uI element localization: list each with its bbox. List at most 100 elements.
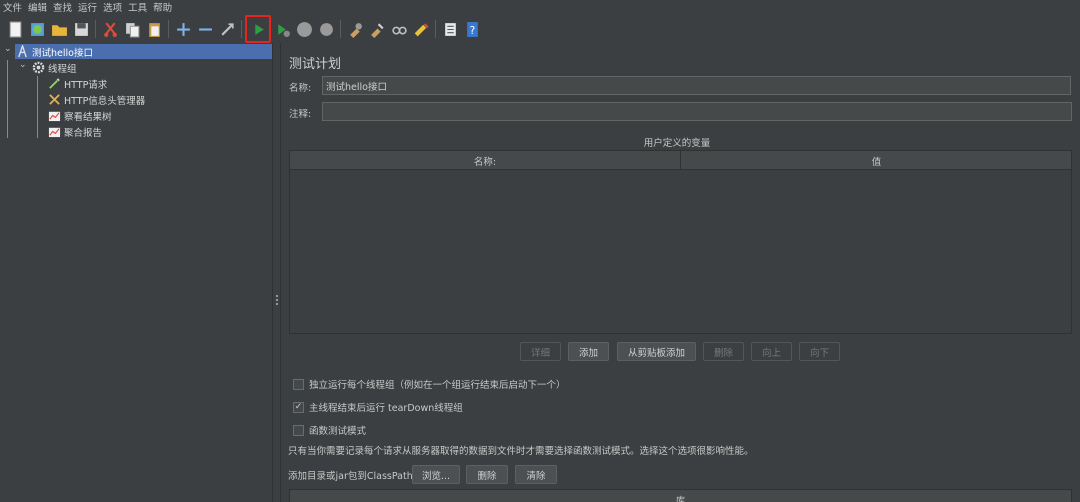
menu-run[interactable]: 运行	[78, 0, 97, 14]
new-button[interactable]	[4, 18, 26, 40]
function-helper-icon	[444, 22, 456, 36]
pipette-icon	[47, 77, 61, 91]
templates-button[interactable]	[26, 18, 48, 40]
toggle-button[interactable]	[216, 18, 238, 40]
move-up-button[interactable]: 向上	[751, 342, 792, 361]
tree-item-http-request[interactable]: HTTP请求	[47, 76, 107, 91]
detail-button[interactable]: 详细	[520, 342, 561, 361]
svg-text:?: ?	[469, 23, 475, 36]
paste-icon	[148, 22, 160, 37]
toolbar-separator	[95, 20, 96, 38]
help-button[interactable]: ?	[461, 18, 483, 40]
split-pane-divider[interactable]	[272, 43, 281, 502]
page-title: 测试计划	[289, 57, 342, 72]
toolbar: ?	[0, 15, 1080, 43]
save-button[interactable]	[70, 18, 92, 40]
chart-icon	[47, 109, 61, 123]
chevron-down-icon[interactable]: ⌄	[19, 60, 27, 70]
table-header: 名称: 值	[290, 151, 1071, 170]
add-button[interactable]: 添加	[568, 342, 609, 361]
stop-icon	[296, 21, 312, 37]
tree-item-thread-group[interactable]: 线程组	[31, 60, 77, 75]
user-variables-table[interactable]: 名称: 值	[289, 150, 1072, 334]
tree-item-test-plan[interactable]: 测试hello接口	[15, 44, 272, 59]
comment-field[interactable]	[322, 102, 1072, 121]
test-plan-icon	[15, 45, 29, 59]
menu-bar: 文件 编辑 查找 运行 选项 工具 帮助	[0, 0, 1080, 14]
clear-all-icon	[370, 22, 384, 38]
expand-icon	[176, 22, 190, 36]
function-helper-button[interactable]	[439, 18, 461, 40]
tree-item-label: HTTP信息头管理器	[64, 95, 146, 107]
start-no-pause-button[interactable]	[271, 18, 293, 40]
start-icon	[254, 23, 264, 35]
classpath-library-table[interactable]: 库	[289, 489, 1072, 502]
collapse-button[interactable]	[194, 18, 216, 40]
menu-help[interactable]: 帮助	[153, 0, 172, 14]
tree-item-label: 聚合报告	[64, 127, 103, 139]
tree-item-header-manager[interactable]: HTTP信息头管理器	[47, 92, 145, 107]
start-button[interactable]	[245, 15, 271, 43]
expand-button[interactable]	[172, 18, 194, 40]
help-icon: ?	[466, 21, 478, 37]
column-header-value[interactable]: 值	[682, 151, 1071, 170]
toolbar-separator	[435, 20, 436, 38]
delete-button[interactable]: 删除	[703, 342, 744, 361]
checkbox[interactable]	[293, 424, 304, 436]
checkbox-checked[interactable]: ✓	[293, 401, 304, 413]
column-header-name[interactable]: 名称:	[290, 151, 681, 170]
functional-mode-hint: 只有当你需要记录每个请求从服务器取得的数据到文件时才需要选择函数测试模式。选择这…	[288, 446, 754, 457]
clear-all-button[interactable]	[366, 18, 388, 40]
tree-guide-line	[7, 60, 8, 138]
classpath-clear-button[interactable]: 清除	[515, 465, 557, 484]
shutdown-icon	[319, 22, 333, 36]
option-label: 独立运行每个线程组（例如在一个组运行结束后启动下一个）	[309, 380, 566, 391]
open-icon	[51, 24, 67, 36]
menu-options[interactable]: 选项	[103, 0, 122, 14]
tree-item-label: 线程组	[48, 63, 77, 75]
tree-guide-line	[37, 76, 38, 138]
tree-item-aggregate-report[interactable]: 聚合报告	[47, 124, 102, 139]
functional-test-mode-option[interactable]: 函数测试模式	[293, 423, 366, 437]
tree-item-view-results-tree[interactable]: 察看结果树	[47, 108, 112, 123]
name-field[interactable]: 测试hello接口	[322, 76, 1071, 95]
cut-button[interactable]	[99, 18, 121, 40]
run-thread-groups-consecutively-option[interactable]: 独立运行每个线程组（例如在一个组运行结束后启动下一个）	[293, 377, 566, 391]
menu-tools[interactable]: 工具	[128, 0, 147, 14]
reset-search-button[interactable]	[410, 18, 432, 40]
checkbox[interactable]	[293, 378, 304, 390]
open-button[interactable]	[48, 18, 70, 40]
add-from-clipboard-button[interactable]: 从剪贴板添加	[617, 342, 696, 361]
toolbar-separator	[168, 20, 169, 38]
stop-button[interactable]	[293, 18, 315, 40]
test-plan-panel: 测试计划 名称: 测试hello接口 注释: 用户定义的变量 名称: 值 详细 …	[282, 43, 1080, 502]
browse-button[interactable]: 浏览...	[412, 465, 460, 484]
menu-search[interactable]: 查找	[53, 0, 72, 14]
copy-icon	[125, 22, 139, 37]
toolbar-separator	[241, 20, 242, 38]
search-button[interactable]	[388, 18, 410, 40]
reset-search-icon	[414, 22, 429, 36]
clear-button[interactable]	[344, 18, 366, 40]
new-icon	[9, 21, 21, 37]
start-no-pause-icon	[277, 23, 290, 37]
comment-label: 注释:	[289, 109, 312, 120]
classpath-delete-button[interactable]: 删除	[466, 465, 508, 484]
cut-icon	[103, 21, 117, 37]
chevron-down-icon[interactable]: ⌄	[4, 44, 12, 54]
tree-item-label: HTTP请求	[64, 79, 108, 91]
chart-icon	[47, 125, 61, 139]
paste-button[interactable]	[143, 18, 165, 40]
option-label: 函数测试模式	[309, 426, 367, 437]
templates-icon	[30, 22, 44, 36]
tree-item-label: 测试hello接口	[32, 47, 93, 59]
menu-file[interactable]: 文件	[3, 0, 22, 14]
run-teardown-option[interactable]: ✓ 主线程结束后运行 tearDown线程组	[293, 400, 463, 414]
menu-edit[interactable]: 编辑	[28, 0, 47, 14]
clear-icon	[349, 22, 362, 38]
move-down-button[interactable]: 向下	[799, 342, 840, 361]
shutdown-button[interactable]	[315, 18, 337, 40]
copy-button[interactable]	[121, 18, 143, 40]
gear-icon	[31, 61, 45, 75]
save-icon	[74, 22, 88, 36]
